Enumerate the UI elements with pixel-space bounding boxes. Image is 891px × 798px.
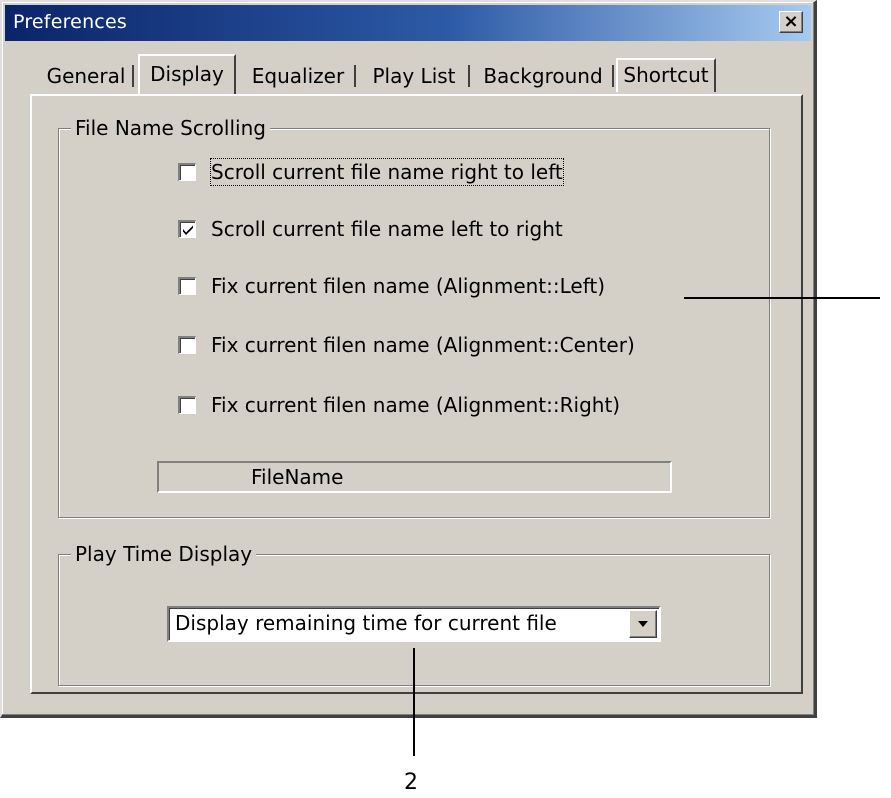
callout-number-bottom: 2: [404, 770, 418, 795]
callout-line-bottom: [413, 648, 415, 756]
option-label: Fix current filen name (Alignment::Cente…: [211, 333, 635, 357]
play-time-dropdown[interactable]: Display remaining time for current file: [167, 606, 661, 642]
option-label: Scroll current file name right to left: [210, 158, 564, 186]
checkbox[interactable]: [178, 163, 196, 181]
group-title: File Name Scrolling: [71, 115, 270, 141]
tab-background[interactable]: Background: [472, 60, 614, 92]
tab-equalizer[interactable]: Equalizer: [240, 60, 356, 92]
group-title: Play Time Display: [71, 541, 257, 567]
tab-label: General: [46, 64, 126, 88]
preferences-window: Preferences × General Display Equalizer …: [0, 0, 817, 718]
window-title: Preferences: [13, 11, 127, 33]
option-label: Scroll current file name left to right: [211, 217, 563, 241]
tab-label: Background: [483, 64, 603, 88]
checkbox[interactable]: [178, 336, 196, 354]
close-button[interactable]: ×: [779, 11, 803, 33]
close-icon: ×: [783, 11, 799, 32]
dropdown-button[interactable]: [629, 610, 657, 638]
option-label: Fix current filen name (Alignment::Right…: [211, 393, 621, 417]
tab-shortcut[interactable]: Shortcut: [616, 58, 716, 92]
filename-preview: FileName: [157, 461, 672, 493]
tab-label: Display: [150, 62, 224, 86]
filename-preview-text: FileName: [251, 465, 344, 489]
tab-label: Play List: [372, 64, 456, 88]
dropdown-value: Display remaining time for current file: [175, 611, 557, 635]
tab-label: Shortcut: [623, 63, 709, 87]
chevron-down-icon: [638, 621, 648, 627]
checkbox[interactable]: [178, 277, 196, 295]
option-label: Fix current filen name (Alignment::Left): [211, 274, 606, 298]
title-bar[interactable]: Preferences ×: [5, 5, 811, 41]
tab-general[interactable]: General: [38, 60, 134, 92]
tab-display[interactable]: Display: [138, 54, 236, 94]
checkmark-icon: [183, 225, 193, 235]
tab-play-list[interactable]: Play List: [358, 60, 470, 92]
callout-line-right: [684, 297, 880, 299]
file-name-scrolling-group: File Name Scrolling: [58, 115, 770, 518]
checkbox-checked[interactable]: [178, 220, 196, 238]
tab-label: Equalizer: [251, 64, 345, 88]
checkbox[interactable]: [178, 396, 196, 414]
